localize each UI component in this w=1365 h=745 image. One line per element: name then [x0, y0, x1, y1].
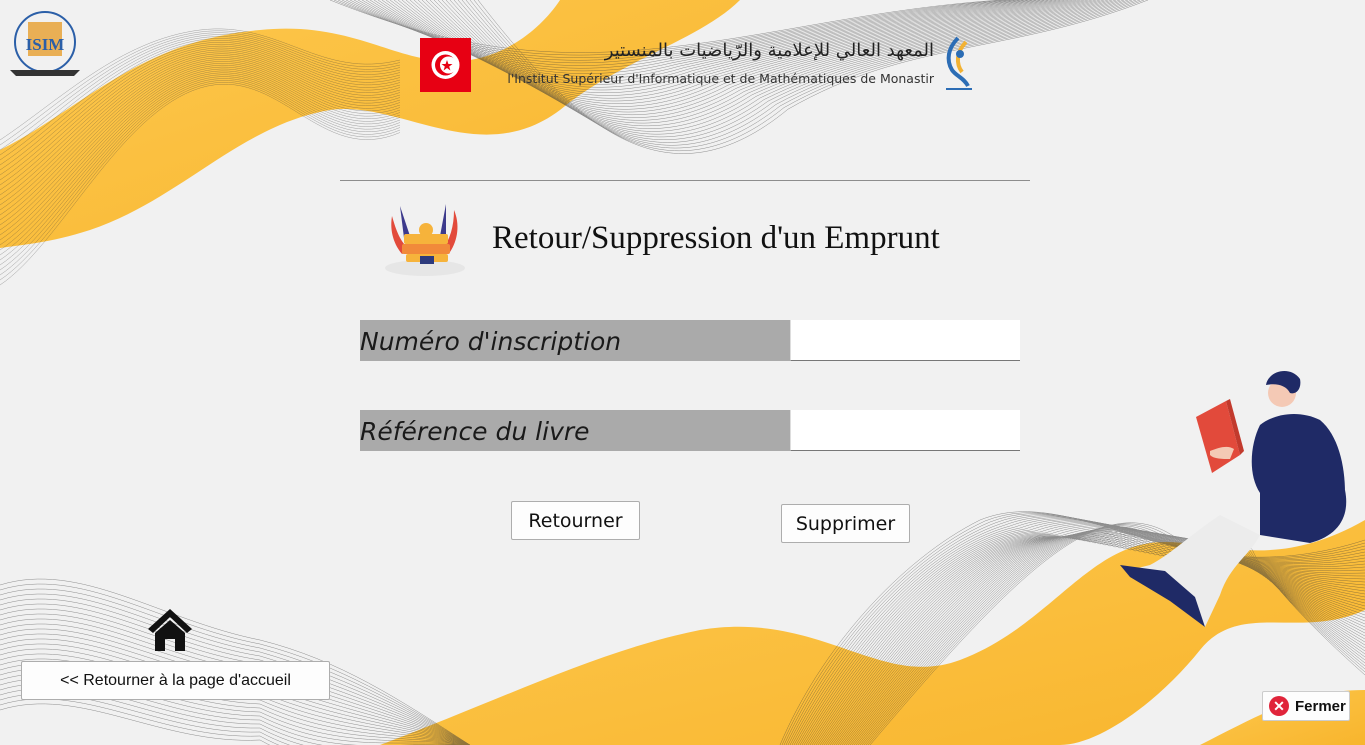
close-icon: ✕ [1269, 696, 1289, 716]
isim-logo: ISIM [10, 11, 80, 76]
fermer-button[interactable]: ✕ Fermer [1262, 691, 1350, 721]
isim-logo-text: ISIM [26, 35, 65, 54]
retourner-button[interactable]: Retourner [511, 501, 640, 540]
page-title: Retour/Suppression d'un Emprunt [492, 220, 940, 256]
fermer-label: Fermer [1295, 697, 1346, 715]
numero-inscription-label: Numéro d'inscription [360, 320, 790, 361]
reference-livre-label: Référence du livre [360, 410, 790, 451]
institute-name-french: l'Institut Supérieur d'Informatique et d… [507, 71, 934, 86]
institute-name-arabic: المعهد العالي للإعلامية والرّياضيات بالم… [604, 40, 934, 61]
reference-livre-input[interactable] [790, 410, 1020, 451]
university-logo [946, 36, 972, 90]
books-icon [385, 204, 465, 276]
return-home-button[interactable]: << Retourner à la page d'accueil [21, 661, 330, 700]
home-icon[interactable] [146, 607, 194, 653]
reader-illustration [1120, 371, 1347, 627]
numero-inscription-input[interactable] [790, 320, 1020, 361]
supprimer-button[interactable]: Supprimer [781, 504, 910, 543]
title-divider [340, 180, 1030, 181]
tunisia-flag [420, 38, 471, 92]
